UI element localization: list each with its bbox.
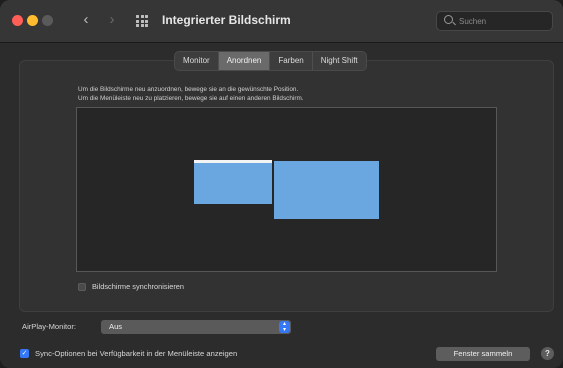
display-arrangement-area	[76, 107, 497, 272]
select-arrows-icon: ▴ ▾	[279, 321, 290, 333]
airplay-monitor-select[interactable]: Aus ▴ ▾	[101, 320, 291, 334]
minimize-window-button[interactable]	[27, 15, 38, 26]
instruction-line-2: Um die Menüleiste neu zu platzieren, bew…	[78, 95, 304, 102]
help-button[interactable]: ?	[541, 347, 554, 360]
sync-options-checkbox[interactable]: ✓	[20, 349, 29, 358]
preferences-window: ‹ › Integrierter Bildschirm Monitor Anor…	[0, 0, 563, 368]
tab-arrange[interactable]: Anordnen	[218, 52, 271, 70]
search-field[interactable]	[436, 11, 553, 31]
mirror-displays-checkbox[interactable]	[78, 282, 86, 291]
display-secondary[interactable]	[274, 161, 379, 219]
zoom-window-button[interactable]	[42, 15, 53, 26]
display-main[interactable]	[194, 160, 272, 204]
tab-monitor[interactable]: Monitor	[175, 52, 219, 70]
back-button[interactable]: ‹	[78, 12, 94, 28]
forward-button[interactable]: ›	[104, 12, 120, 28]
close-window-button[interactable]	[12, 15, 23, 26]
menu-bar-indicator[interactable]	[194, 160, 272, 163]
window-title: Integrierter Bildschirm	[162, 13, 291, 27]
tab-bar: Monitor Anordnen Farben Night Shift	[174, 51, 367, 71]
airplay-monitor-label: AirPlay-Monitor:	[22, 322, 77, 331]
instruction-line-1: Um die Bildschirme neu anzuordnen, beweg…	[78, 86, 299, 93]
tab-night-shift[interactable]: Night Shift	[313, 52, 366, 70]
show-all-grid-icon[interactable]	[136, 15, 148, 27]
mirror-displays-option[interactable]: Bildschirme synchronisieren	[78, 282, 184, 291]
title-bar: ‹ › Integrierter Bildschirm	[0, 0, 563, 43]
arrange-instructions: Um die Bildschirme neu anzuordnen, beweg…	[78, 85, 304, 103]
sync-options-option[interactable]: ✓ Sync-Optionen bei Verfügbarkeit in der…	[20, 349, 237, 358]
tab-colors[interactable]: Farben	[270, 52, 313, 70]
search-input[interactable]	[459, 14, 547, 28]
search-icon	[444, 15, 453, 24]
mirror-displays-label: Bildschirme synchronisieren	[92, 282, 185, 291]
gather-windows-button[interactable]: Fenster sammeln	[436, 347, 530, 361]
sync-options-label: Sync-Optionen bei Verfügbarkeit in der M…	[35, 349, 238, 358]
airplay-monitor-value: Aus	[109, 322, 123, 331]
